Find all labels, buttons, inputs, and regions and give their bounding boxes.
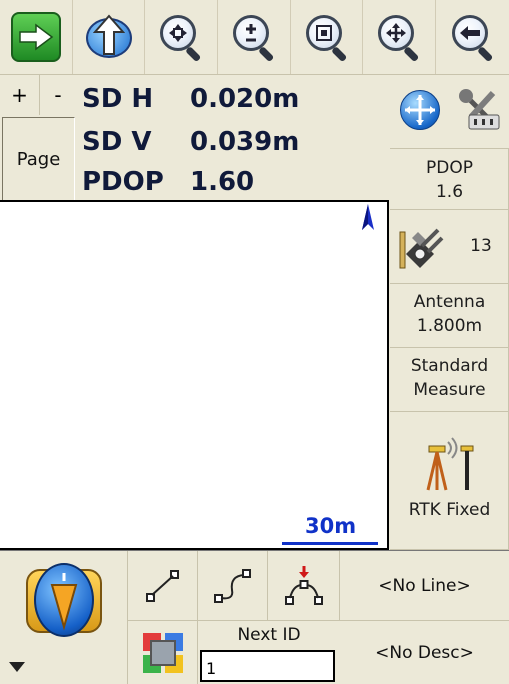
zoom-extents-button[interactable] [145, 0, 219, 74]
globe-icon [400, 90, 440, 130]
pan-button[interactable] [364, 0, 437, 74]
satellite-icon [399, 228, 444, 269]
measure-point-button[interactable] [0, 551, 128, 684]
straight-line-icon [145, 569, 179, 602]
sd-h-value: 0.020m [190, 84, 300, 114]
north-up-button[interactable] [73, 0, 146, 74]
zoom-window-button[interactable] [291, 0, 364, 74]
antenna-label: Antenna [413, 292, 486, 312]
back-button[interactable] [436, 0, 509, 74]
globe-button[interactable] [390, 75, 450, 145]
receiver-settings-button[interactable] [450, 75, 509, 145]
pdop-status-label: PDOP [426, 158, 473, 178]
line-select[interactable]: <No Line> [340, 551, 509, 621]
back-arrow-icon [448, 12, 498, 63]
dropdown-arrow-icon[interactable] [8, 661, 26, 673]
minus-label: - [54, 83, 62, 107]
pdop-stat-label: PDOP [82, 167, 164, 197]
next-id-input[interactable] [200, 650, 335, 682]
line-tool-button[interactable] [128, 551, 198, 621]
curve-line-icon [213, 568, 251, 603]
next-arrow-button[interactable] [0, 0, 73, 74]
rtk-tripod-icon [426, 437, 474, 491]
map-view[interactable]: 30m [0, 200, 389, 550]
zoom-plus-button[interactable]: + [0, 75, 40, 115]
pdop-status-value: 1.6 [435, 182, 464, 202]
pdop-stat-value: 1.60 [190, 167, 255, 197]
measure-mode[interactable]: Standard Measure [390, 348, 509, 412]
sd-v-label: SD V [82, 127, 152, 157]
map-scale-label: 30m [305, 514, 357, 538]
zoom-in-out-button[interactable] [218, 0, 291, 74]
arc-tool-button[interactable] [268, 551, 340, 621]
antenna-value: 1.800m [416, 316, 483, 336]
page-button[interactable]: Page [2, 117, 75, 202]
pdop-status[interactable]: PDOP 1.6 [390, 148, 509, 210]
zoom-plus-minus-icon [229, 12, 279, 63]
satellite-status[interactable]: 13 [390, 210, 509, 284]
zoom-window-icon [302, 12, 352, 63]
plus-label: + [11, 83, 28, 107]
plumb-bob-icon [24, 561, 104, 641]
layers-button[interactable] [128, 621, 198, 684]
antenna-status[interactable]: Antenna 1.800m [390, 284, 509, 348]
desc-value: <No Desc> [375, 642, 474, 663]
line-value: <No Line> [378, 575, 471, 596]
pan-icon [374, 12, 424, 63]
zoom-extents-icon [156, 12, 206, 63]
measure-line1: Standard [410, 356, 489, 376]
wrench-screwdriver-icon [458, 89, 499, 130]
page-label: Page [16, 149, 61, 170]
desc-select[interactable]: <No Desc> [340, 621, 509, 684]
solution-status[interactable]: RTK Fixed [390, 412, 509, 550]
map-scale-bar [282, 542, 378, 545]
solution-label: RTK Fixed [408, 500, 491, 520]
sd-h-label: SD H [82, 84, 154, 114]
sd-v-value: 0.039m [190, 127, 300, 157]
toolbar [0, 0, 509, 75]
zoom-minus-button[interactable]: - [40, 75, 76, 115]
globe-arrow-icon [84, 12, 134, 62]
measure-line2: Measure [413, 380, 486, 400]
north-arrow-icon [362, 204, 374, 230]
arc-point-icon [284, 565, 323, 605]
layers-icon [142, 632, 183, 673]
polyline-tool-button[interactable] [198, 551, 268, 621]
right-arrow-icon [10, 12, 61, 62]
satellite-count: 13 [470, 236, 492, 256]
stats-panel: SD H 0.020m SD V 0.039m PDOP 1.60 [80, 75, 390, 200]
next-id-label: Next ID [237, 625, 301, 645]
